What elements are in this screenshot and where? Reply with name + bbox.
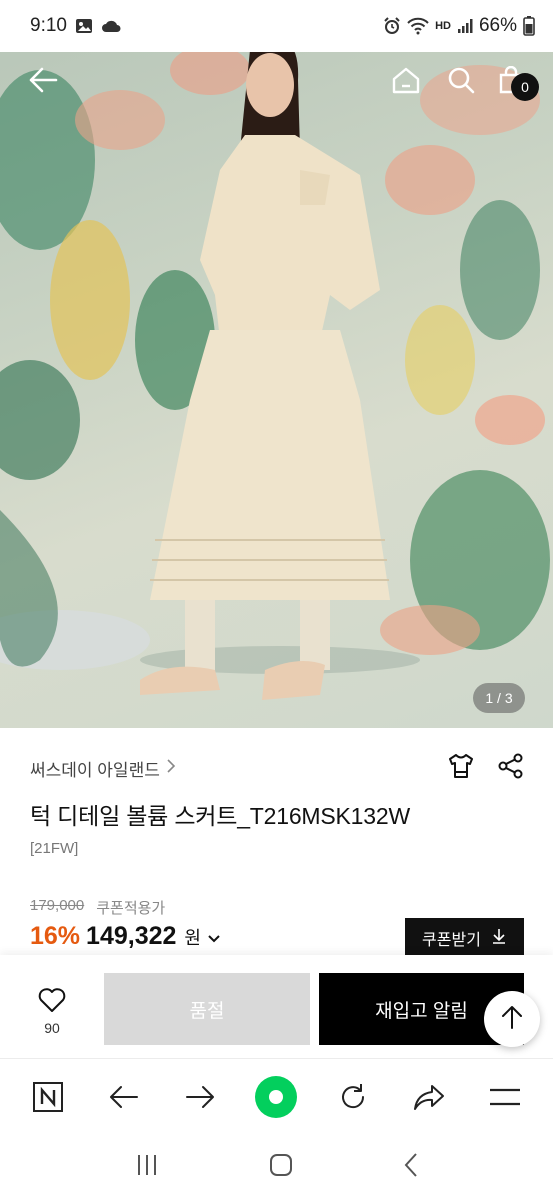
battery-icon [523,16,535,36]
cloud-icon [101,19,121,33]
browser-share-icon[interactable] [405,1073,453,1121]
battery-percent: 66% [478,15,517,36]
discount-rate: 16% [30,922,81,950]
brand-link[interactable]: 써스데이 아일랜드 [30,756,176,781]
shirt-icon[interactable] [447,752,475,785]
scroll-to-top-button[interactable] [484,991,540,1047]
android-back-icon[interactable] [403,1152,419,1183]
brand-row: 써스데이 아일랜드 [30,752,525,784]
wish-button[interactable]: 90 [30,987,74,1036]
share-icon[interactable] [497,752,525,785]
refresh-icon[interactable] [329,1073,377,1121]
wish-count: 90 [44,1020,60,1036]
coupon-download-button[interactable]: 쿠폰받기 [405,918,524,958]
hd-voice-icon: HD [435,19,451,32]
browser-forward-icon[interactable] [176,1073,224,1121]
soldout-button[interactable]: 품절 [104,973,310,1045]
browser-toolbar [0,1058,553,1134]
signal-icon [457,18,473,34]
product-title: 턱 디테일 볼륨 스커트_T216MSK132W [30,803,410,829]
price-row[interactable]: 16% 149,322 원 [30,922,221,951]
naver-n-icon[interactable] [24,1073,72,1121]
original-price: 179,000 [30,897,85,914]
menu-icon[interactable] [481,1073,529,1121]
chevron-right-icon [166,758,176,779]
green-dot-home-icon[interactable] [252,1073,300,1121]
product-photo [0,40,550,700]
search-icon[interactable] [443,62,479,98]
home-icon[interactable] [388,62,424,98]
season-tag: [21FW] [30,840,79,857]
cart-count-badge: 0 [511,73,539,101]
purchase-action-bar: 90 품절 재입고 알림 [0,955,553,1058]
gallery-icon [75,18,93,34]
android-home-icon[interactable] [268,1152,294,1183]
back-arrow-icon[interactable] [25,62,61,98]
android-navigation-bar [0,1134,553,1200]
image-page-indicator: 1 / 3 [473,683,525,713]
sale-price: 149,322 [86,922,177,950]
heart-icon [38,987,66,1016]
alarm-icon [383,17,401,35]
browser-back-icon[interactable] [100,1073,148,1121]
currency-label: 원 [184,928,201,948]
status-time: 9:10 [30,15,67,36]
coupon-button-label: 쿠폰받기 [422,932,481,949]
brand-name: 써스데이 아일랜드 [30,760,160,780]
status-bar: 9:10 HD 66% [0,0,553,52]
coupon-price-label: 쿠폰적용가 [96,900,166,917]
arrow-up-icon [501,1004,523,1035]
original-price-row: 179,000 쿠폰적용가 [30,897,165,918]
download-icon [491,928,507,949]
chevron-down-icon[interactable] [207,931,221,949]
product-image[interactable] [0,40,553,728]
wifi-icon [407,17,429,35]
recent-apps-icon[interactable] [135,1153,159,1182]
